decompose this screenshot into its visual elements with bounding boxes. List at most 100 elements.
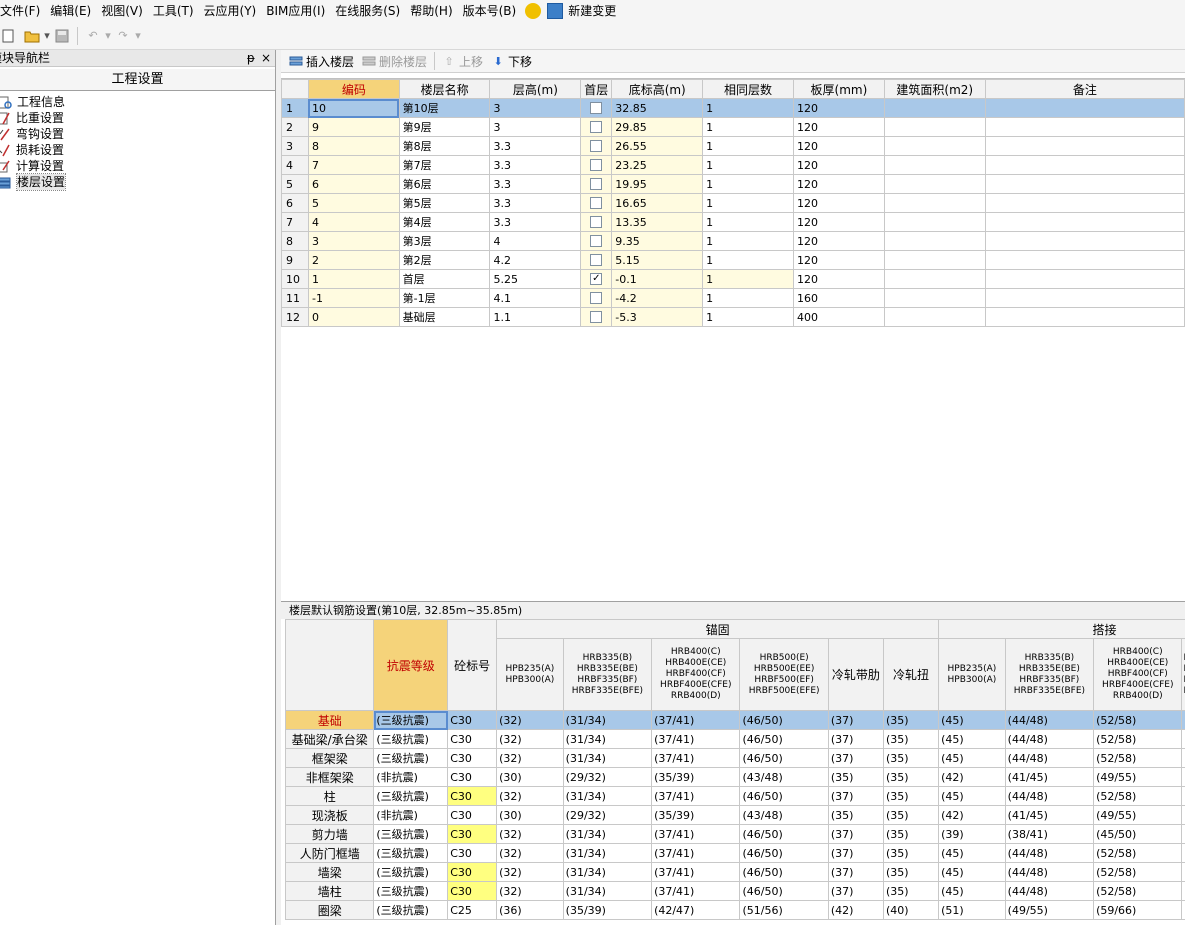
col-height[interactable]: 层高(m) <box>489 79 582 99</box>
cell-length[interactable]: (41/45) <box>1004 767 1095 787</box>
rebar-row[interactable]: 人防门框墙 (三级抗震) C30 (32) (31/34) (37/41) (46/50)(… <box>285 843 1185 863</box>
cell-length[interactable]: (59/66) <box>1093 900 1183 920</box>
rebar-row[interactable]: 墙柱 (三级抗震) C30 (32) (31/34) (37/41) (46/50) (37)… <box>285 881 1185 901</box>
cell-length[interactable]: (44/48) <box>1004 710 1095 730</box>
cell-base-elev[interactable]: -4.2 <box>611 288 704 308</box>
first-floor-checkbox[interactable] <box>590 311 603 323</box>
cell-length[interactable]: (31/34) <box>562 748 653 768</box>
cell-code[interactable]: 4 <box>307 212 400 232</box>
cell-base-elev[interactable]: -5.3 <box>611 307 704 327</box>
cell-length[interactable]: (37) <box>827 729 884 749</box>
cell-height[interactable]: 1.1 <box>489 307 582 327</box>
cell-base-elev[interactable]: 32.85 <box>611 98 704 118</box>
cell-slab[interactable]: 120 <box>792 155 885 175</box>
first-floor-checkbox[interactable] <box>590 159 603 171</box>
floor-row[interactable]: 4 7 第7层 3.3 23.25 1 120 <box>281 155 1185 175</box>
cell-same-count[interactable]: 1 <box>702 231 794 251</box>
cell-first-floor[interactable] <box>580 174 613 194</box>
cell-length[interactable]: (37/41) <box>651 843 741 863</box>
cell-height[interactable]: 5.25 <box>489 269 582 289</box>
cell-slab[interactable]: 120 <box>792 212 885 232</box>
open-folder-icon[interactable] <box>24 28 40 44</box>
cell-same-count[interactable]: 1 <box>702 193 794 213</box>
cell-length[interactable]: (49/55) <box>1004 900 1095 920</box>
cell-length[interactable]: (31/34) <box>562 843 653 863</box>
new-change-button[interactable]: 新建变更 <box>566 0 621 22</box>
cell-remarks[interactable] <box>984 98 1185 118</box>
cell-length[interactable]: (35) <box>882 805 940 825</box>
cell-length[interactable]: (37) <box>827 881 884 901</box>
cell-remarks[interactable] <box>984 212 1185 232</box>
cell-remarks[interactable] <box>984 193 1185 213</box>
menu-bim[interactable]: BIM应用(I) <box>261 0 330 22</box>
cell-length[interactable]: (35) <box>827 767 884 787</box>
cell-length[interactable]: (35/39) <box>651 767 741 787</box>
cell-height[interactable]: 3 <box>489 98 582 118</box>
cell-floor-name[interactable]: 第-1层 <box>398 288 491 308</box>
cell-length[interactable]: (37) <box>827 862 884 882</box>
cell-first-floor[interactable] <box>580 193 613 213</box>
cell-slab[interactable]: 120 <box>792 98 885 118</box>
redo-icon[interactable]: ↷ <box>115 28 131 44</box>
cell-length[interactable]: (46/50) <box>739 786 829 806</box>
cell-length[interactable]: (32) <box>496 748 564 768</box>
floor-row[interactable]: 8 3 第3层 4 9.35 1 120 <box>281 231 1185 251</box>
cell-length[interactable]: (52/58) <box>1093 843 1183 863</box>
cell-length[interactable]: (37) <box>827 824 884 844</box>
cell-length[interactable]: (45) <box>938 748 1006 768</box>
cell-same-count[interactable]: 1 <box>702 212 794 232</box>
cell-first-floor[interactable] <box>580 307 613 327</box>
cell-remarks[interactable] <box>984 136 1185 156</box>
cell-length[interactable]: (44/48) <box>1004 786 1095 806</box>
cell-length[interactable]: (46/50) <box>739 862 829 882</box>
cell-floor-name[interactable]: 基础层 <box>398 307 491 327</box>
cell-length[interactable]: (35) <box>882 862 940 882</box>
cell-length[interactable]: (44/48) <box>1004 729 1095 749</box>
cell-code[interactable]: 9 <box>307 117 400 137</box>
cell-seismic[interactable]: (三级抗震) <box>373 843 449 863</box>
cell-length[interactable]: (39) <box>938 824 1006 844</box>
cell-floor-name[interactable]: 第5层 <box>398 193 491 213</box>
cell-area[interactable] <box>883 117 986 137</box>
cell-length[interactable]: (37/41) <box>651 786 741 806</box>
cell-base-elev[interactable]: 29.85 <box>611 117 704 137</box>
cell-floor-name[interactable]: 第4层 <box>398 212 491 232</box>
dropdown-arrow-icon[interactable]: ▾ <box>44 28 50 44</box>
cell-length[interactable]: (32) <box>496 729 564 749</box>
col-building-area[interactable]: 建筑面积(m2) <box>883 79 986 99</box>
cell-length[interactable]: (46/50) <box>739 729 829 749</box>
cell-remarks[interactable] <box>984 307 1185 327</box>
cell-length[interactable]: (32) <box>496 881 564 901</box>
rebar-row[interactable]: 基础梁/承台梁 (三级抗震) C30 (32) (31/34) (37/41) (46/50… <box>285 729 1185 749</box>
nav-item-weight[interactable]: 比重设置 <box>0 110 275 126</box>
cell-seismic[interactable]: (三级抗震) <box>373 862 449 882</box>
cell-height[interactable]: 3.3 <box>489 212 582 232</box>
rebar-row[interactable]: 柱 (三级抗震) C30 (32) (31/34) (37/41) (46/50) (37)(… <box>285 786 1185 806</box>
cell-length[interactable]: (35) <box>882 786 940 806</box>
cell-length[interactable]: (44/48) <box>1004 862 1095 882</box>
cell-concrete[interactable]: C30 <box>447 862 498 882</box>
cell-area[interactable] <box>883 231 986 251</box>
cell-length[interactable]: (37/41) <box>651 710 741 730</box>
cell-length[interactable]: (35) <box>882 824 940 844</box>
cell-length[interactable]: (35) <box>882 729 940 749</box>
col-first-floor[interactable]: 首层 <box>580 79 613 99</box>
cell-first-floor[interactable] <box>580 136 613 156</box>
nav-item-project-info[interactable]: 工程信息 <box>0 94 275 110</box>
cell-concrete[interactable]: C30 <box>447 748 498 768</box>
first-floor-checkbox[interactable] <box>590 178 603 190</box>
cell-slab[interactable]: 120 <box>792 136 885 156</box>
cell-length[interactable]: (42) <box>938 767 1006 787</box>
cell-height[interactable]: 4 <box>489 231 582 251</box>
cell-length[interactable]: (46/50) <box>739 881 829 901</box>
cell-area[interactable] <box>883 193 986 213</box>
cell-length[interactable]: (52/58) <box>1093 862 1183 882</box>
cell-code[interactable]: 0 <box>307 307 400 327</box>
cell-height[interactable]: 3.3 <box>489 155 582 175</box>
floor-row[interactable]: 9 2 第2层 4.2 5.15 1 120 <box>281 250 1185 270</box>
cell-length[interactable]: (46/50) <box>739 710 829 730</box>
cell-length[interactable]: (52/58) <box>1093 881 1183 901</box>
helmet-icon[interactable] <box>525 3 542 19</box>
floor-row[interactable]: 1 10 第10层 3 32.85 1 120 <box>281 98 1185 118</box>
cell-first-floor[interactable] <box>580 98 613 118</box>
